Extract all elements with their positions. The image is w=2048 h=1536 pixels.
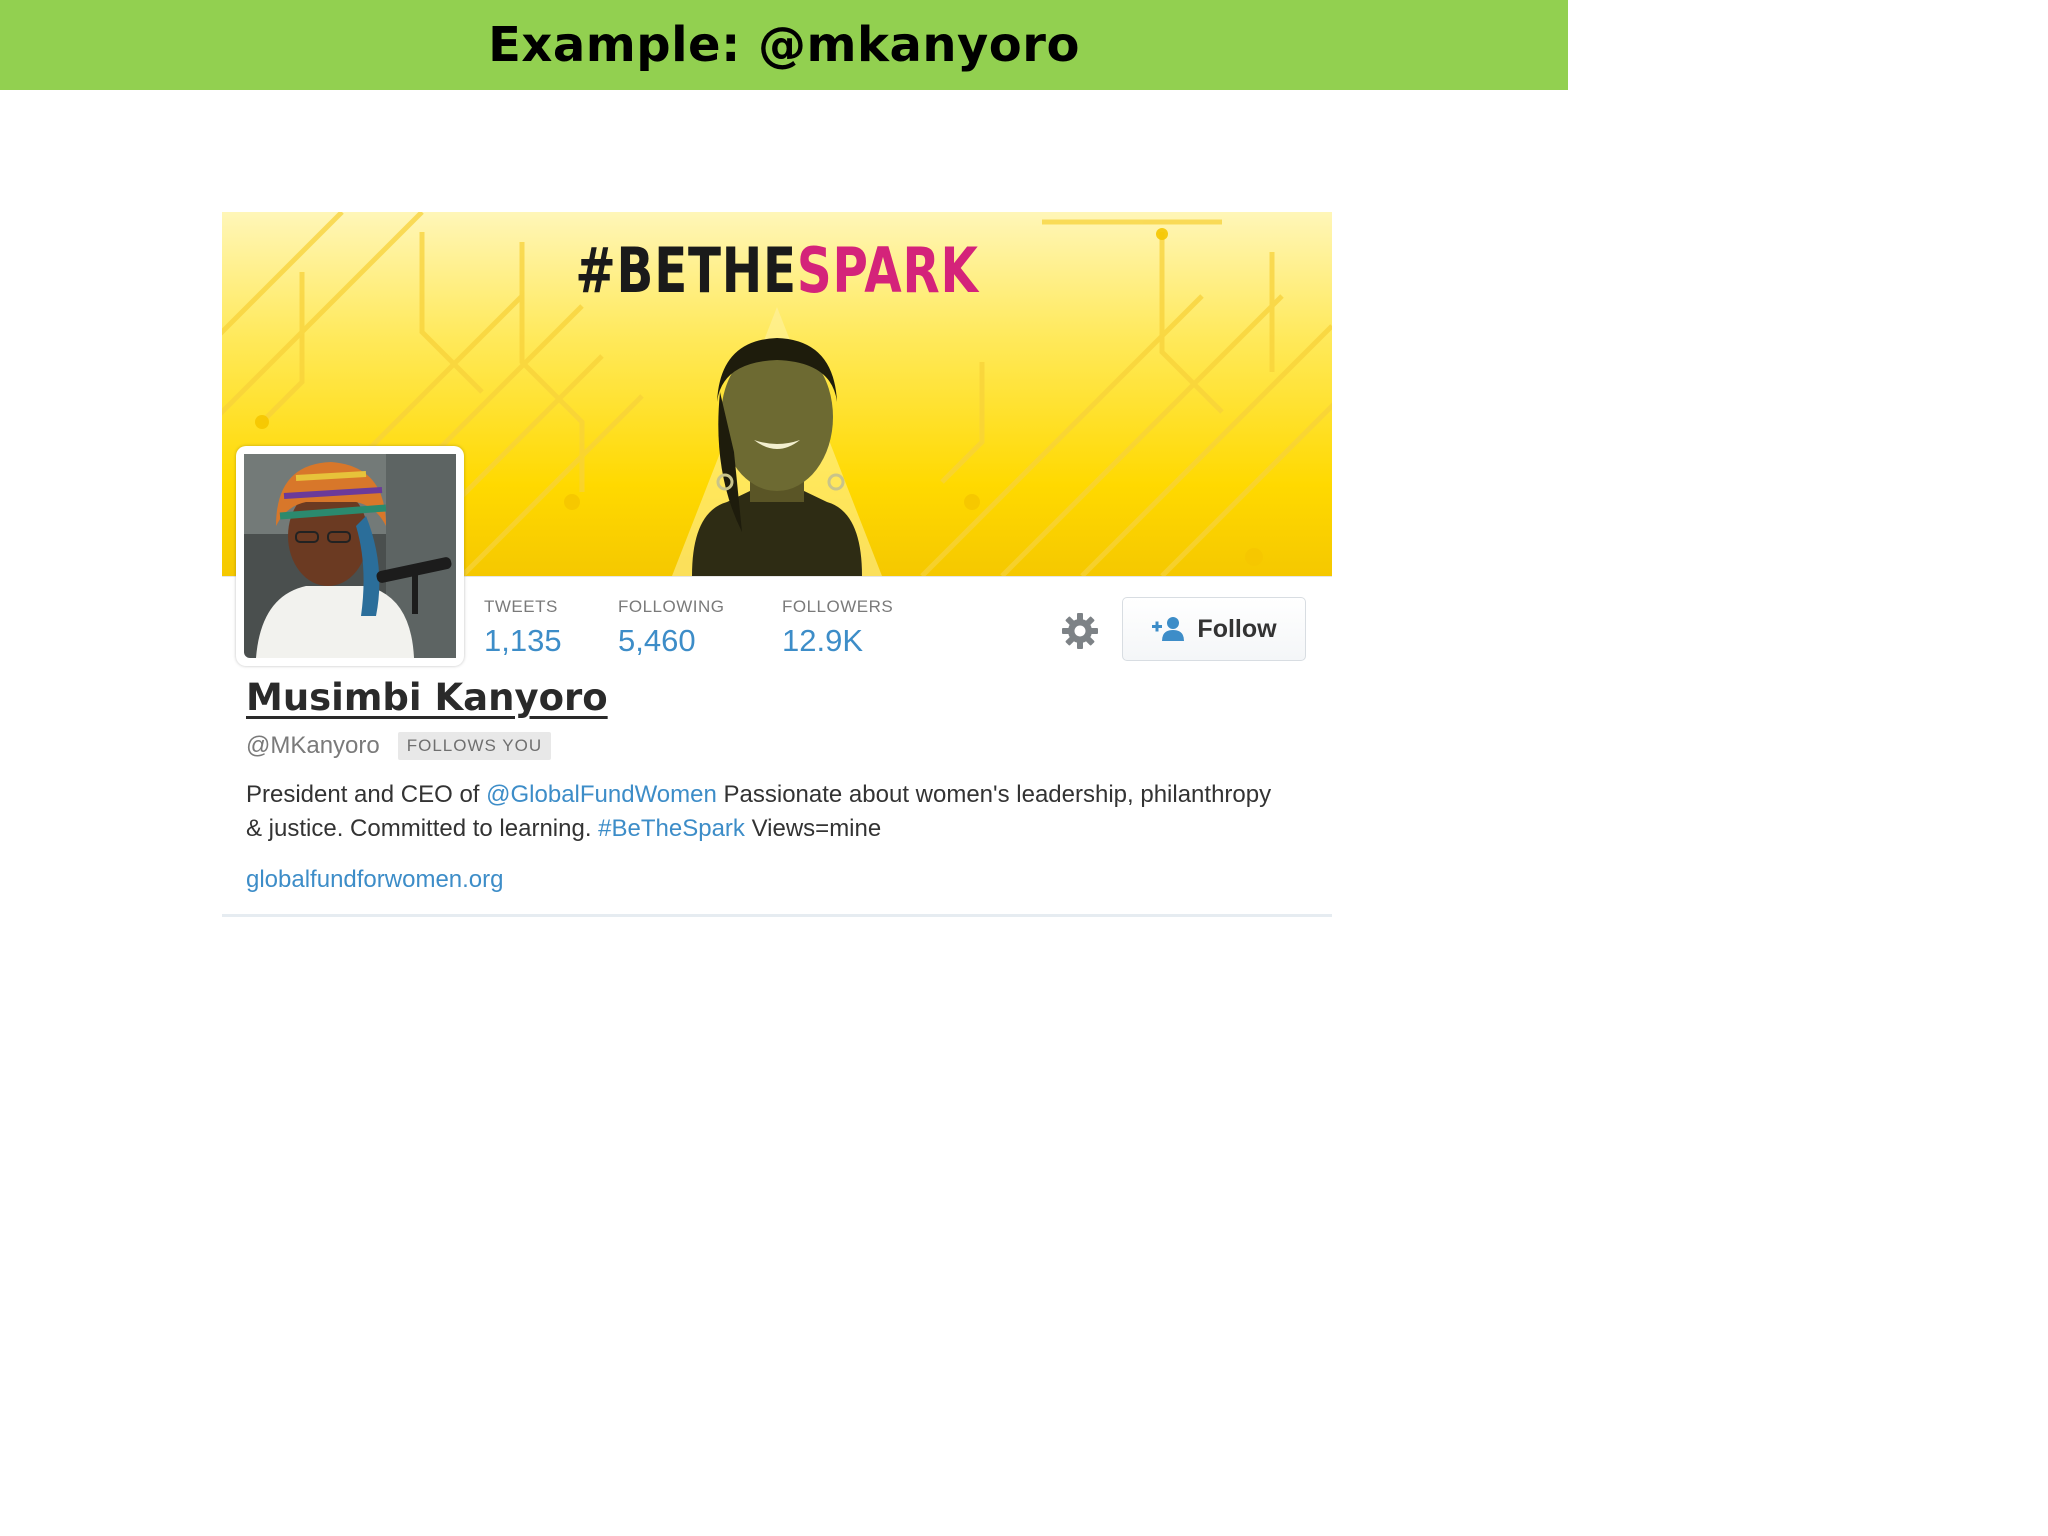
stat-following-value: 5,460 — [618, 623, 696, 658]
profile-handle[interactable]: @MKanyoro — [246, 732, 380, 760]
profile-name[interactable]: Musimbi Kanyoro — [246, 676, 608, 719]
stat-tweets-value: 1,135 — [484, 623, 562, 658]
bio-text-3: Views=mine — [744, 815, 882, 842]
bio-text-1: President and CEO of — [246, 781, 487, 808]
stat-following[interactable]: FOLLOWING 5,460 — [618, 597, 725, 659]
stat-followers-value: 12.9K — [782, 623, 864, 658]
slide-title-bar: Example: @mkanyoro — [0, 0, 1568, 90]
banner-hashtag: #BETHESPARK — [344, 234, 1210, 307]
twitter-profile-card: #BETHESPARK TWEETS 1,135 FOLLOWING 5,460… — [222, 212, 1332, 918]
profile-bio: President and CEO of @GlobalFundWomen Pa… — [246, 778, 1286, 846]
bio-hashtag-link[interactable]: #BeTheSpark — [598, 815, 745, 842]
follow-button-label: Follow — [1197, 614, 1277, 643]
profile-divider — [222, 914, 1332, 917]
slide-title: Example: @mkanyoro — [488, 17, 1080, 73]
add-user-icon — [1152, 617, 1185, 641]
banner-portrait-figure — [692, 338, 862, 576]
stat-followers-label: FOLLOWERS — [782, 597, 894, 616]
stat-tweets[interactable]: TWEETS 1,135 — [484, 597, 562, 659]
banner-hashtag-pink: SPARK — [796, 234, 979, 307]
handle-row: @MKanyoro FOLLOWS YOU — [246, 732, 552, 760]
stat-followers[interactable]: FOLLOWERS 12.9K — [782, 597, 893, 659]
banner-hashtag-dark: #BETHE — [575, 234, 797, 307]
follows-you-badge: FOLLOWS YOU — [397, 732, 552, 760]
follow-button[interactable]: Follow — [1122, 597, 1306, 661]
stat-following-label: FOLLOWING — [618, 597, 725, 616]
bio-mention-link[interactable]: @GlobalFundWomen — [486, 781, 717, 808]
avatar-photo — [244, 454, 456, 658]
profile-avatar[interactable] — [236, 446, 464, 666]
profile-website-link[interactable]: globalfundforwomen.org — [246, 866, 504, 894]
stat-tweets-label: TWEETS — [484, 597, 558, 616]
gear-icon[interactable] — [1060, 611, 1100, 651]
